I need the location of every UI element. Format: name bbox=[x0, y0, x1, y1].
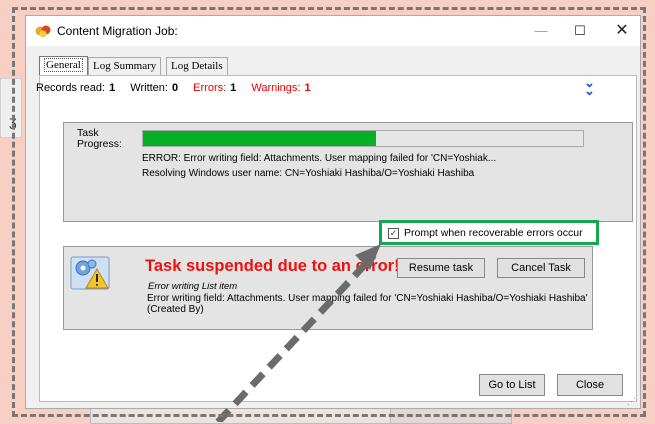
app-icon bbox=[35, 25, 51, 38]
close-window-button[interactable]: ✕ bbox=[610, 21, 634, 41]
maximize-button[interactable]: ☐ bbox=[568, 21, 592, 41]
written-label: Written: bbox=[130, 82, 168, 94]
progress-bar bbox=[142, 130, 584, 147]
tab-log-details[interactable]: Log Details bbox=[166, 57, 228, 75]
warnings-label: Warnings: bbox=[251, 82, 301, 94]
records-read-label: Records read: bbox=[36, 82, 106, 94]
window-title: Content Migration Job: bbox=[57, 24, 178, 38]
errors-value: 1 bbox=[230, 82, 237, 94]
progress-bar-fill bbox=[143, 131, 377, 146]
background-glyph: ʒ bbox=[9, 113, 17, 129]
close-button[interactable]: Close bbox=[557, 374, 623, 396]
background-window-edge: ʒ bbox=[0, 78, 22, 138]
tab-general[interactable]: General bbox=[39, 56, 88, 76]
task-status-line-1: ERROR: Error writing field: Attachments.… bbox=[142, 153, 497, 164]
error-message: Error writing field: Attachments. User m… bbox=[147, 293, 588, 315]
resume-task-button[interactable]: Resume task bbox=[397, 258, 485, 278]
cancel-task-button[interactable]: Cancel Task bbox=[497, 258, 585, 278]
tab-log-summary[interactable]: Log Summary bbox=[88, 57, 162, 75]
prompt-checkbox[interactable]: ✓ bbox=[388, 228, 399, 239]
minimize-button[interactable]: — bbox=[529, 21, 553, 41]
go-to-list-button[interactable]: Go to List bbox=[479, 374, 545, 396]
error-subtitle: Error writing List item bbox=[148, 281, 238, 292]
written-value: 0 bbox=[171, 82, 179, 94]
warning-task-icon bbox=[70, 256, 110, 290]
double-chevron-down-icon[interactable]: ⌄ ⌄ bbox=[584, 76, 595, 97]
record-stats: Records read: 1 Written: 0 Errors: 1 Warnin… bbox=[36, 82, 323, 94]
task-progress-label: Task Progress: bbox=[77, 127, 122, 150]
title-bar[interactable]: Content Migration Job: — ☐ ✕ bbox=[26, 16, 640, 46]
warnings-value: 1 bbox=[304, 82, 311, 94]
prompt-checkbox-label[interactable]: Prompt when recoverable errors occur bbox=[404, 227, 583, 239]
error-title: Task suspended due to an error! bbox=[145, 257, 400, 275]
records-read-value: 1 bbox=[109, 82, 116, 94]
task-status-line-2: Resolving Windows user name: CN=Yoshiaki… bbox=[142, 168, 475, 179]
errors-label: Errors: bbox=[193, 82, 227, 94]
resize-grip-icon[interactable]: ⋰ bbox=[627, 396, 636, 407]
